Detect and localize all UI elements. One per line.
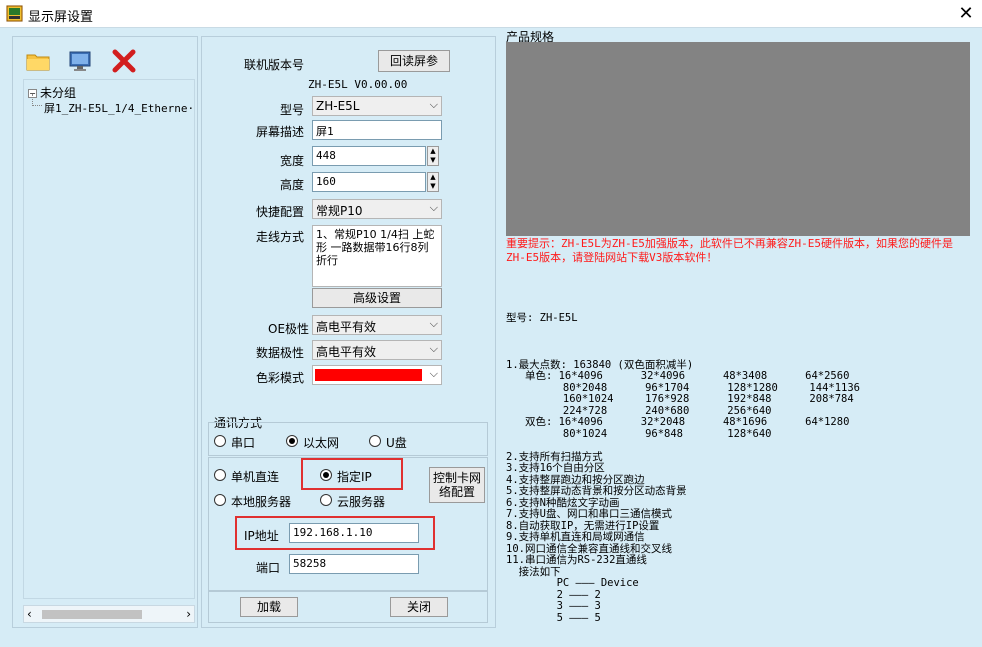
app-icon	[6, 5, 23, 22]
radio-fixed-ip[interactable]	[320, 469, 332, 481]
height-stepper[interactable]: ▲ ▼	[427, 172, 439, 192]
quick-config-select[interactable]: 常规P10 ⌵	[312, 199, 442, 219]
spec-line: 双色: 16*4096 32*2048 48*1696 64*1280	[506, 416, 850, 428]
readback-button[interactable]: 回读屏参	[378, 50, 450, 72]
folder-icon[interactable]	[25, 49, 51, 73]
spec-line	[506, 440, 974, 452]
desc-label: 屏幕描述	[256, 125, 305, 139]
data-polarity-label: 数据极性	[256, 346, 305, 360]
spec-line: PC ——— Device	[506, 577, 639, 589]
spec-lines: 1.最大点数: 163840 (双色面积减半) 单色: 16*4096 32*4…	[506, 359, 974, 625]
close-button[interactable]: 关闭	[390, 597, 448, 617]
warning-text: 重要提示：ZH-E5L为ZH-E5加强版本，此软件已不再兼容ZH-E5硬件版本，…	[506, 237, 953, 264]
scroll-right-icon[interactable]: ›	[186, 607, 191, 621]
quick-config-label: 快捷配置	[256, 205, 305, 219]
radio-ethernet[interactable]	[286, 435, 298, 447]
width-input[interactable]: 448	[312, 146, 426, 166]
wiring-textarea[interactable]: 1、常规P10 1/4扫 上蛇形 一路数据带16行8列折行	[312, 225, 442, 287]
radio-serial-label: 串口	[231, 436, 256, 450]
screen-tree: − 未分组 屏1_ZH-E5L_1/4_Etherne·	[23, 79, 195, 599]
screen-list-panel: − 未分组 屏1_ZH-E5L_1/4_Etherne· ‹ ›	[12, 36, 198, 628]
desc-input[interactable]: 屏1	[312, 120, 442, 140]
model-label: 型号	[280, 103, 305, 117]
spec-panel: 产品规格 重要提示：ZH-E5L为ZH-E5加强版本，此软件已不再兼容ZH-E5…	[500, 30, 976, 628]
tree-group-label: 未分组	[40, 86, 77, 100]
monitor-icon[interactable]	[67, 49, 93, 73]
color-mode-label: 色彩模式	[256, 371, 305, 385]
ip-input[interactable]: 192.168.1.10	[289, 523, 419, 543]
version-value: ZH-E5L V0.00.00	[308, 78, 408, 91]
height-label: 高度	[280, 178, 305, 192]
port-input[interactable]: 58258	[289, 554, 419, 574]
spec-line: 160*1024 176*928 192*848 208*784	[506, 393, 854, 405]
tree-item-screen1[interactable]: 屏1_ZH-E5L_1/4_Etherne·	[44, 100, 194, 116]
screen-preview	[506, 42, 970, 236]
network-config-button[interactable]: 控制卡网络配置	[429, 467, 485, 503]
oe-polarity-value: 高电平有效	[316, 320, 377, 334]
chevron-down-icon: ⌵	[429, 317, 438, 330]
chevron-down-icon: ⌵	[429, 98, 438, 111]
radio-local-server[interactable]	[214, 494, 226, 506]
radio-cloud-server-label: 云服务器	[337, 495, 386, 509]
delete-icon[interactable]	[111, 49, 137, 73]
ip-label: IP地址	[244, 529, 279, 543]
scroll-left-icon[interactable]: ‹	[27, 607, 32, 621]
version-label: 联机版本号	[244, 58, 305, 72]
radio-usb-label: U盘	[386, 436, 407, 450]
spec-line: 5 ——— 5	[506, 611, 601, 624]
radio-fixed-ip-label: 指定IP	[337, 470, 372, 484]
oe-polarity-label: OE极性	[268, 322, 310, 336]
spec-text: 型号: ZH-E5L 1.最大点数: 163840 (双色面积减半) 单色: 1…	[506, 290, 974, 647]
spec-line: 5.支持整屏动态背景和按分区动态背景	[506, 485, 687, 497]
spec-line: 9.支持单机直连和局域网通信	[506, 531, 645, 543]
model-value: ZH-E5L	[316, 99, 360, 113]
radio-ethernet-label: 以太网	[303, 436, 340, 450]
model-select[interactable]: ZH-E5L ⌵	[312, 96, 442, 116]
spec-model-line: 型号: ZH-E5L	[506, 312, 578, 324]
chevron-down-icon: ⌵	[429, 201, 438, 214]
spec-line: 80*1024 96*848 128*640	[506, 427, 772, 440]
wiring-label: 走线方式	[256, 230, 305, 244]
load-button[interactable]: 加载	[240, 597, 298, 617]
radio-local-server-label: 本地服务器	[231, 495, 292, 509]
window-title: 显示屏设置	[28, 10, 94, 25]
spec-line: 11.串口通信为RS-232直通线	[506, 554, 647, 566]
radio-usb[interactable]	[369, 435, 381, 447]
close-icon[interactable]: ✕	[955, 3, 977, 25]
chevron-down-icon: ⌵	[429, 342, 438, 355]
height-input[interactable]: 160	[312, 172, 426, 192]
spec-line: 3 ——— 3	[506, 600, 601, 612]
radio-direct-label: 单机直连	[231, 470, 280, 484]
color-mode-select[interactable]: ⌵	[312, 365, 442, 385]
data-polarity-value: 高电平有效	[316, 345, 377, 359]
width-label: 宽度	[280, 154, 305, 168]
radio-direct[interactable]	[214, 469, 226, 481]
color-swatch	[315, 369, 422, 381]
parameter-panel: 联机版本号 回读屏参 ZH-E5L V0.00.00 型号 ZH-E5L ⌵ 屏幕…	[201, 36, 496, 628]
advanced-settings-button[interactable]: 高级设置	[312, 288, 442, 308]
tree-connector	[32, 94, 42, 106]
scroll-thumb[interactable]	[42, 610, 142, 619]
oe-polarity-select[interactable]: 高电平有效 ⌵	[312, 315, 442, 335]
spec-line: 3.支持16个自由分区	[506, 462, 605, 474]
port-label: 端口	[256, 561, 281, 575]
title-bar: 显示屏设置 ✕	[0, 0, 982, 28]
horizontal-scrollbar[interactable]: ‹ ›	[23, 605, 195, 623]
data-polarity-select[interactable]: 高电平有效 ⌵	[312, 340, 442, 360]
radio-serial[interactable]	[214, 435, 226, 447]
spec-line: 7.支持U盘、网口和串口三通信模式	[506, 508, 672, 520]
spec-line: 单色: 16*4096 32*4096 48*3408 64*2560	[506, 370, 850, 382]
radio-cloud-server[interactable]	[320, 494, 332, 506]
width-stepper[interactable]: ▲ ▼	[427, 146, 439, 166]
chevron-down-icon: ⌵	[429, 367, 438, 380]
quick-config-value: 常规P10	[316, 204, 363, 218]
